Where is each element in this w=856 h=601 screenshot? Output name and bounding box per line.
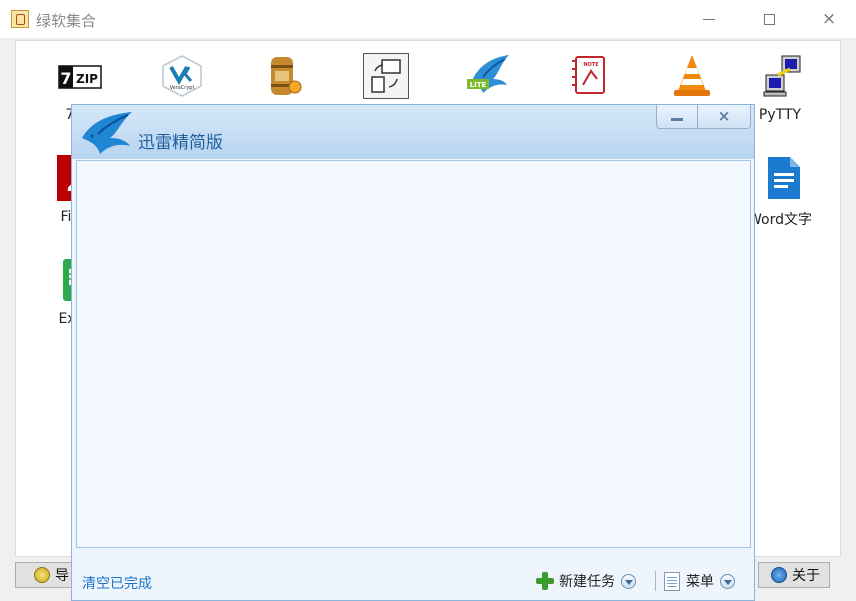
clear-completed-link[interactable]: 清空已完成 [82,573,152,593]
xunlei-bird-icon [82,112,132,154]
svg-text:NOTE: NOTE [583,62,599,68]
maximize-icon [763,13,775,25]
svg-text:ZIP: ZIP [76,72,98,86]
xunlei-minimize-button[interactable] [656,105,698,129]
putty-icon [763,55,801,97]
minimize-button[interactable] [678,0,740,38]
help-circle-icon [771,567,787,583]
menu-document-icon [664,571,680,591]
export-button[interactable]: 导 [15,562,75,588]
7zip-icon: 7 ZIP [58,65,102,89]
veracrypt-icon: VeraCrypt [162,55,202,97]
xunlei-lite-icon: LITE [467,55,509,93]
export-button-label: 导 [55,568,69,584]
close-icon: × [717,107,731,125]
archive-barrel-icon [271,57,302,95]
menu-button[interactable]: 菜单 [664,569,735,593]
outer-window-title: 绿软集合 [36,12,97,30]
xunlei-close-button[interactable]: × [697,105,751,129]
download-task-list[interactable] [76,160,751,548]
xunlei-dialog-header[interactable]: 迅雷精简版 × [72,105,754,159]
chevron-down-icon[interactable] [621,573,636,589]
menu-label: 菜单 [686,574,714,590]
app-window-icon [11,10,29,28]
svg-text:7: 7 [60,69,71,88]
about-button-label: 关于 [792,568,820,584]
about-button[interactable]: 关于 [758,562,830,588]
outer-titlebar[interactable]: 绿软集合 × [0,0,856,39]
notebook-icon: NOTE [572,56,605,94]
svg-text:VeraCrypt: VeraCrypt [170,85,195,91]
svg-text:LITE: LITE [470,81,487,89]
chevron-down-icon[interactable] [720,573,735,589]
vlc-cone-icon [674,55,710,96]
close-button[interactable]: × [798,0,856,38]
minimize-icon [671,118,683,121]
xunlei-dialog: 迅雷精简版 × 清空已完成 新建任务 菜单 [71,104,755,601]
transfer-monitor-icon [363,53,409,99]
xunlei-dialog-footer: 清空已完成 新建任务 菜单 [72,553,754,600]
new-task-label: 新建任务 [559,574,615,590]
xunlei-dialog-title: 迅雷精简版 [138,133,223,153]
new-task-button[interactable]: 新建任务 [535,569,636,593]
footer-divider [655,571,656,591]
word-doc-icon [768,157,800,199]
close-icon: × [821,8,837,29]
maximize-button[interactable] [738,0,800,38]
plus-icon [535,571,555,591]
minimize-icon [703,18,715,20]
info-circle-icon [34,567,50,583]
